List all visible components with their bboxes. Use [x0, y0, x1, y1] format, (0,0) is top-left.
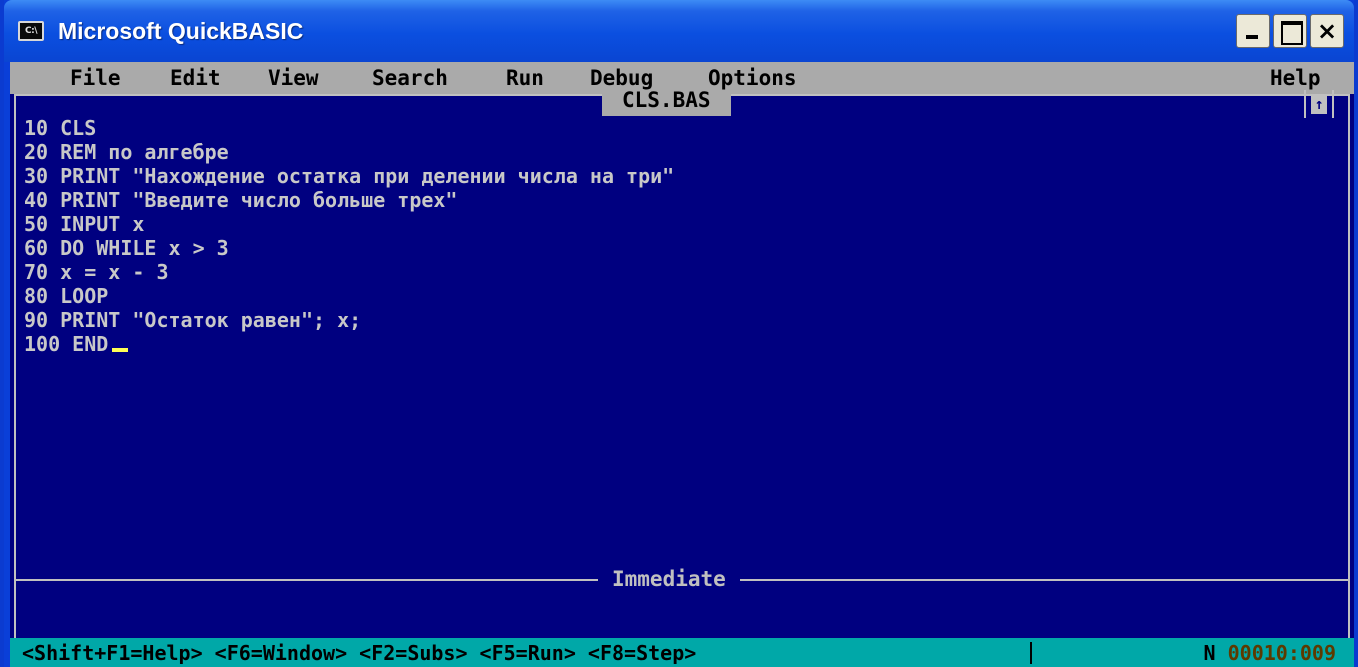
- code-editor[interactable]: 10 CLS 20 REM по алгебре 30 PRINT "Нахож…: [24, 116, 1324, 356]
- code-line-last: 100 END: [24, 332, 1324, 356]
- up-arrow-icon: ↑: [1311, 94, 1327, 114]
- code-line: 60 DO WHILE x > 3: [24, 236, 229, 260]
- window-title: Microsoft QuickBASIC: [58, 17, 304, 44]
- code-line: 40 PRINT "Введите число больше трех": [24, 188, 458, 212]
- code-line: 20 REM по алгебре: [24, 140, 229, 164]
- menu-search[interactable]: Search: [372, 66, 448, 90]
- code-line-text: 100 END: [24, 332, 109, 356]
- code-line: 90 PRINT "Остаток равен"; x;: [24, 308, 362, 332]
- menu-help[interactable]: Help: [1270, 66, 1321, 90]
- title-bar[interactable]: C:\ Microsoft QuickBASIC ×: [4, 0, 1354, 62]
- code-line: 10 CLS: [24, 116, 97, 140]
- code-line: 70 x = x - 3: [24, 260, 169, 284]
- menu-view[interactable]: View: [268, 66, 319, 90]
- close-button[interactable]: ×: [1310, 14, 1344, 48]
- editor-filename: CLS.BAS: [602, 90, 731, 116]
- immediate-window[interactable]: Immediate: [14, 566, 1350, 638]
- code-line: 80 LOOP: [24, 284, 109, 308]
- dos-screen: File Edit View Search Run Debug Options …: [10, 62, 1354, 667]
- menu-run[interactable]: Run: [506, 66, 544, 90]
- status-shortcuts[interactable]: <Shift+F1=Help> <F6=Window> <F2=Subs> <F…: [22, 641, 696, 665]
- status-divider: [1030, 642, 1032, 664]
- status-position: 00010:009: [1227, 641, 1336, 665]
- maximize-button[interactable]: [1273, 14, 1307, 48]
- immediate-label: Immediate: [598, 566, 740, 592]
- code-line: 30 PRINT "Нахождение остатка при делении…: [24, 164, 675, 188]
- menu-options[interactable]: Options: [708, 66, 797, 90]
- code-line: 50 INPUT x: [24, 212, 145, 236]
- text-cursor: [112, 348, 129, 352]
- status-bar: <Shift+F1=Help> <F6=Window> <F2=Subs> <F…: [10, 638, 1354, 667]
- menu-debug[interactable]: Debug: [590, 66, 653, 90]
- cursor-position: N 00010:009: [1204, 641, 1336, 665]
- status-mode: N: [1203, 641, 1216, 665]
- window-controls: ×: [1236, 14, 1344, 48]
- close-icon: ×: [1316, 17, 1338, 45]
- menu-edit[interactable]: Edit: [170, 66, 221, 90]
- console-icon[interactable]: C:\: [18, 21, 44, 41]
- maximize-editor-control[interactable]: ↑: [1304, 90, 1334, 118]
- app-window: C:\ Microsoft QuickBASIC × File Edit Vie…: [0, 0, 1358, 667]
- menu-file[interactable]: File: [70, 66, 121, 90]
- minimize-button[interactable]: [1236, 14, 1270, 48]
